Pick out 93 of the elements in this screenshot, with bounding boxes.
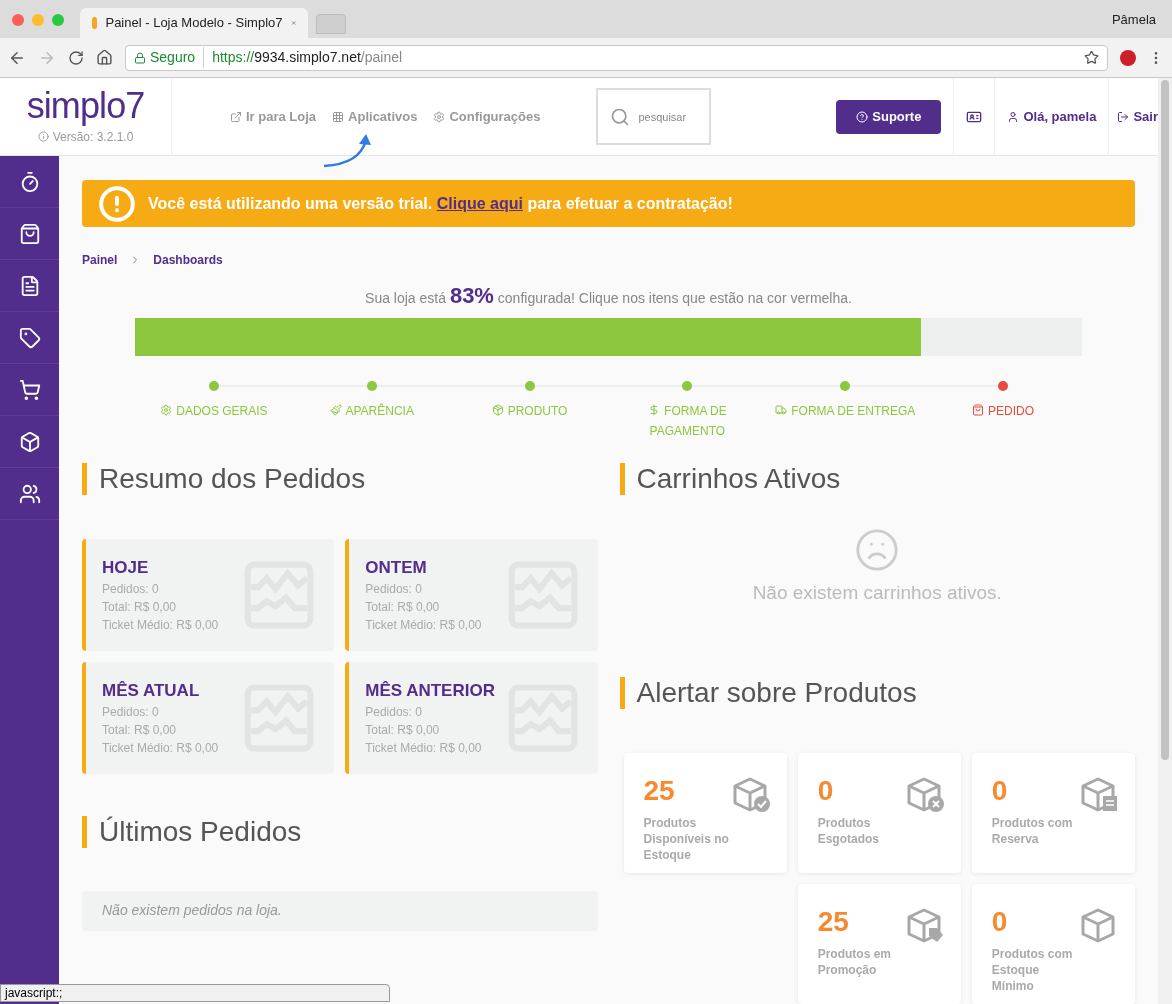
product-count: 25 [643,777,676,805]
lock-icon [134,51,146,64]
bookmark-star-icon[interactable] [1084,50,1099,65]
card-stat: Total: R$ 0,00 [365,599,441,617]
sad-face-icon [854,526,901,573]
card-stat: Pedidos: 0 [365,581,423,599]
card-stat: Total: R$ 0,00 [102,599,178,617]
grid-icon [332,110,345,123]
version-text: Versão: 3.2.1.0 [52,128,134,146]
gear-icon [433,110,446,123]
box-list-icon [1081,777,1119,813]
status-bubble: javascript:; [0,984,390,1002]
user-link[interactable]: Olá, pamela [994,78,1109,155]
product-alert-label: Produtos Esgotados [817,815,880,847]
logout-icon [1117,110,1130,123]
section-title: Carrinhos Ativos [619,462,1135,495]
product-alert-card[interactable]: 0 Produtos com Reserva [971,753,1135,873]
step-link[interactable]: FORMA DE ENTREGA [770,400,921,421]
card-stat: Pedidos: 0 [365,704,423,722]
product-alert-label: Produtos com Reserva [991,815,1074,847]
empty-carts-text: Não existem carrinhos ativos. [752,580,1002,605]
contract-link[interactable]: Clique aqui [436,194,523,212]
tag-icon [18,326,41,349]
cube-icon [491,403,504,416]
truck-icon [775,403,788,416]
section-title: Últimos Pedidos [82,815,598,848]
external-link-icon [230,110,242,123]
product-alert-card[interactable]: 0 Produtos Esgotados [797,753,961,873]
product-count: 0 [817,777,835,805]
bag-icon [972,403,985,416]
breadcrumb-link[interactable]: Painel [82,251,118,270]
bag-icon [18,222,41,245]
box-check-icon [732,777,771,813]
section-title: Resumo dos Pedidos [82,462,598,495]
card-stat: Ticket Médio: R$ 0,00 [102,617,220,635]
product-alert-label: Produtos Disponíveis no Estoque [643,815,730,863]
nav-link[interactable]: Aplicativos [332,106,418,127]
product-alert-card[interactable]: 25 Produtos em Promoção [797,884,961,1004]
product-count: 0 [991,777,1009,805]
card-title: MÊS ANTERIOR [365,679,496,702]
security-label: Seguro [150,47,205,68]
reload-icon[interactable] [68,49,84,66]
empty-orders-text: Não existem pedidos na loja. [102,901,282,920]
card-title: HOJE [102,556,150,579]
breadcrumb-link[interactable]: Dashboards [153,251,223,270]
card-title: MÊS ATUAL [102,679,201,702]
brush-icon [329,403,342,416]
card-stat: Ticket Médio: R$ 0,00 [365,617,483,635]
section-title: Alertar sobre Produtos [619,677,1135,709]
product-alert-label: Produtos com Estoque Mínimo [991,946,1074,994]
logo[interactable]: simplo7 [26,87,145,124]
card-stat: Ticket Médio: R$ 0,00 [102,740,220,758]
product-count: 0 [991,908,1009,936]
product-count: 25 [817,908,850,936]
product-alert-card[interactable]: 25 Produtos Disponíveis no Estoque [623,753,787,873]
nav-link[interactable]: Ir para Loja [230,106,317,127]
help-icon [856,110,869,123]
step-link[interactable]: APARÊNCIA [296,400,447,421]
card-stat: Total: R$ 0,00 [365,722,441,740]
step-link[interactable]: DADOS GERAIS [138,400,289,421]
url-text: https://9934.simplo7.net/painel [211,48,403,67]
info-icon [37,131,49,142]
gear-icon [160,403,173,416]
tab-title: Painel - Loja Modelo - Simplo7 [105,14,283,33]
box-cross-icon [906,777,945,813]
step-link[interactable]: PEDIDO [928,400,1079,421]
alert-icon [98,184,136,223]
card-stat: Ticket Médio: R$ 0,00 [365,740,483,758]
support-button[interactable]: Suporte [836,99,942,134]
home-icon[interactable] [96,49,113,66]
box-tag-icon [906,908,945,944]
product-alert-label: Produtos em Promoção [817,946,892,978]
profile-name[interactable]: Pâmela [1111,10,1156,30]
cart-icon [18,378,41,401]
trial-message: Você está utilizando uma versão trial. Clique aqui para efetuar a contratação! [148,193,733,214]
user-icon [1007,110,1020,123]
step-link[interactable]: FORMA DE PAGAMENTO [612,400,763,441]
search-icon [610,107,631,127]
dollar-icon [648,403,661,416]
users-icon [18,482,41,505]
card-stat: Pedidos: 0 [102,704,160,722]
step-link[interactable]: PRODUTO [454,400,605,421]
card-stat: Pedidos: 0 [102,581,160,599]
browser-tab[interactable]: Painel - Loja Modelo - Simplo7 [80,8,308,38]
curved-arrow-icon [322,132,372,168]
progress-message: Sua loja está 83% configurada! Clique nos itens que estão na cor vermelha. [364,282,853,311]
nav-link[interactable]: Configurações [433,106,541,127]
address-field[interactable]: Seguro https://9934.simplo7.net/painel [125,44,1108,71]
card-title: ONTEM [365,556,428,579]
cube-icon [18,430,41,453]
product-alert-card[interactable]: 0 Produtos com Estoque Mínimo [971,884,1135,1004]
search-field[interactable]: pesquisar [596,88,712,145]
card-stat: Total: R$ 0,00 [102,722,178,740]
